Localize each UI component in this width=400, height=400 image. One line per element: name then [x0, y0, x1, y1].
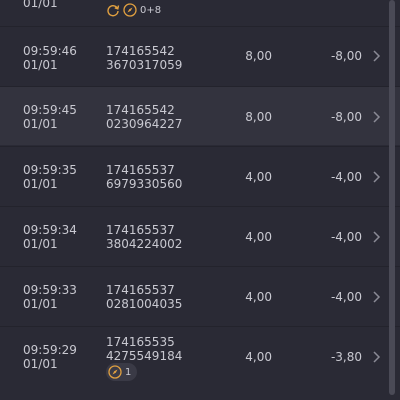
list-item[interactable]: 01/01 0+8 [0, 0, 400, 26]
row-id-line1: 174165535 [106, 335, 175, 349]
refresh-icon [106, 3, 120, 17]
list-item[interactable]: 09:59:29 01/01 174165535 4275549184 1 4,… [0, 326, 400, 387]
compass-icon [123, 3, 137, 17]
list-item[interactable]: 09:59:34 01/01 174165537 3804224002 4,00… [0, 206, 400, 265]
list-item[interactable]: 09:59:35 01/01 174165537 6979330560 4,00… [0, 146, 400, 205]
row-total: -4,00 [330, 230, 362, 244]
row-total: -4,00 [330, 290, 362, 304]
round-badge: 1 [106, 363, 138, 381]
list-item[interactable]: 09:59:46 01/01 174165542 3670317059 8,00… [0, 26, 400, 85]
row-total: -8,00 [330, 110, 362, 124]
round-badge: 0+8 [106, 1, 161, 19]
transaction-list: 01/01 0+8 09:59:46 01/01 174165542 36703… [0, 0, 400, 400]
list-item[interactable]: 09:59:45 01/01 174165542 0230964227 8,00… [0, 86, 400, 145]
row-total: -4,00 [330, 170, 362, 184]
row-date: 01/01 [23, 0, 58, 10]
chevron-right-icon[interactable] [371, 290, 381, 304]
chevron-right-icon[interactable] [371, 230, 381, 244]
chevron-right-icon[interactable] [371, 110, 381, 124]
row-total: -3,80 [330, 350, 362, 364]
badge-text: 1 [125, 366, 132, 378]
chevron-right-icon[interactable] [371, 350, 381, 364]
row-total: -8,00 [330, 49, 362, 63]
compass-icon [108, 365, 122, 379]
chevron-right-icon[interactable] [371, 49, 381, 63]
chevron-right-icon[interactable] [371, 170, 381, 184]
list-item[interactable]: 09:59:33 01/01 174165537 0281004035 4,00… [0, 266, 400, 325]
badge-text: 0+8 [140, 4, 162, 16]
scrollbar[interactable] [389, 0, 395, 395]
